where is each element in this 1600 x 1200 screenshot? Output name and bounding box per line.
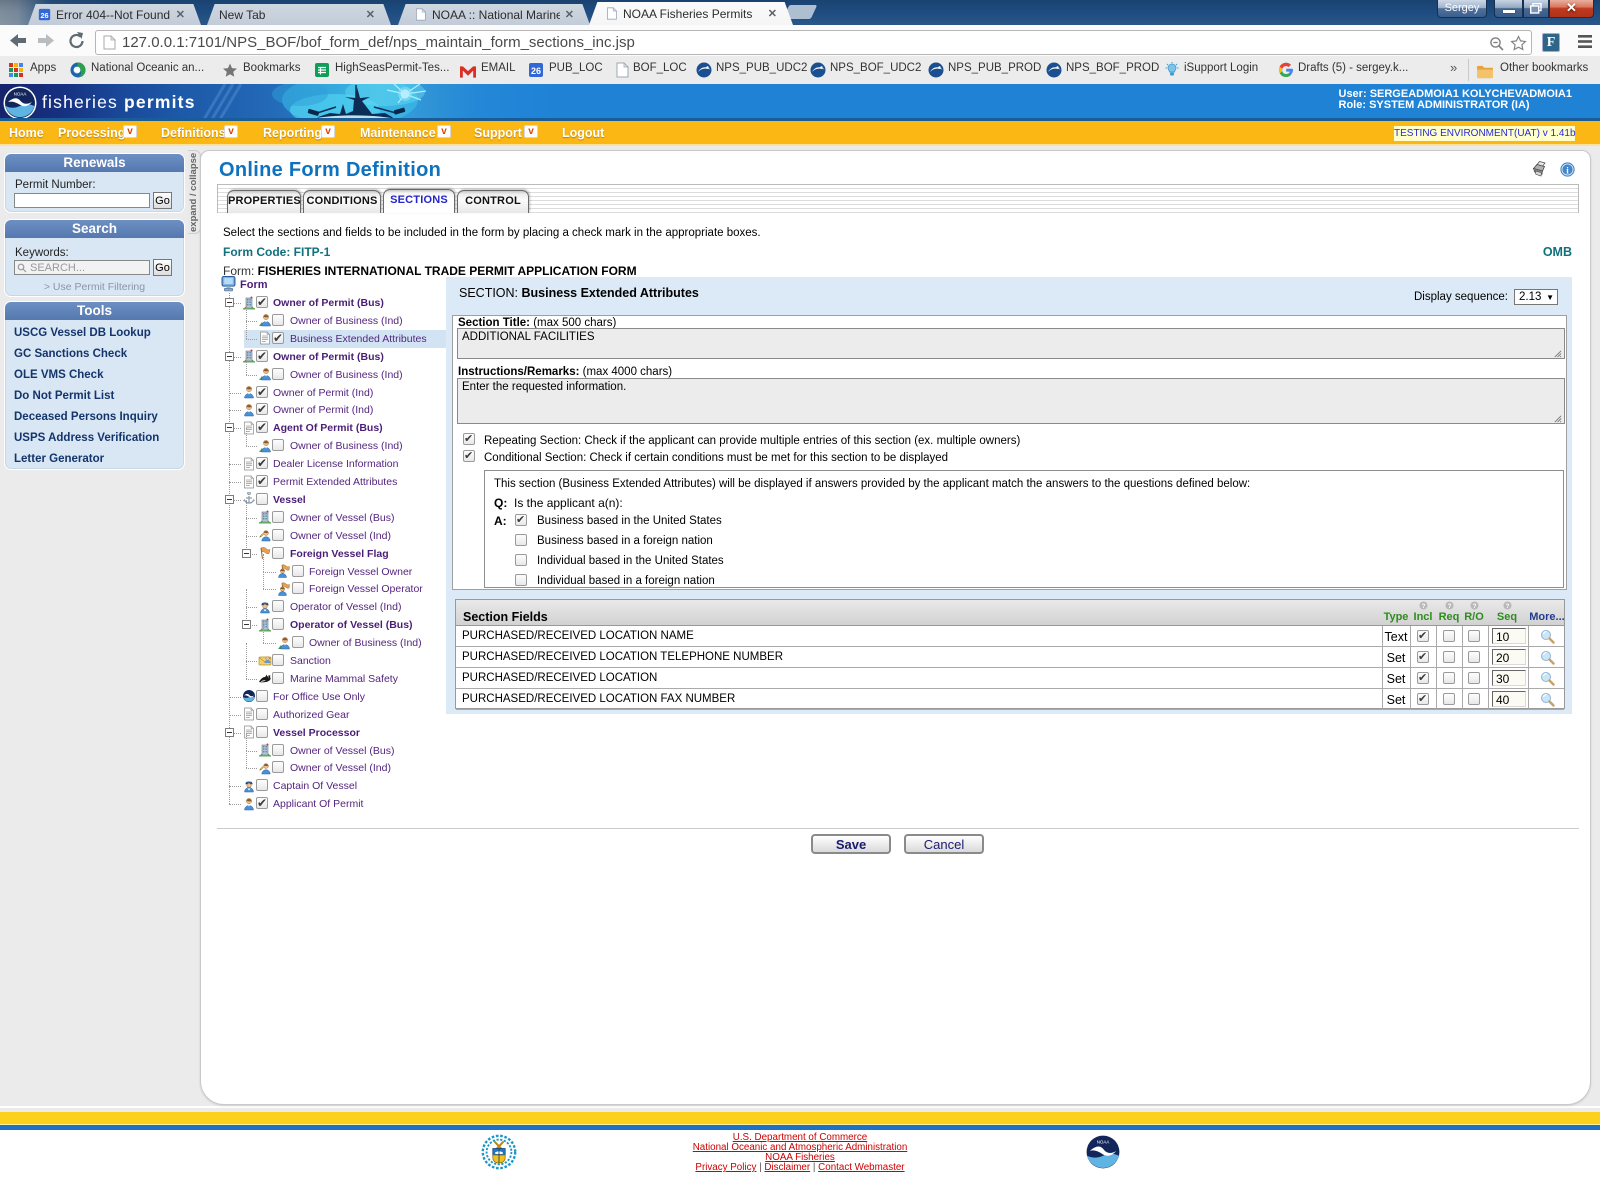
svg-text:26: 26 (40, 11, 48, 20)
svg-text:NOAA: NOAA (14, 92, 27, 97)
svg-text:?: ? (1422, 603, 1426, 610)
svg-text:26: 26 (531, 66, 541, 76)
svg-text:?: ? (1473, 603, 1477, 610)
svg-text:NOAA: NOAA (1097, 1140, 1110, 1145)
svg-text:?: ? (1506, 603, 1510, 610)
svg-text:?: ? (1448, 603, 1452, 610)
